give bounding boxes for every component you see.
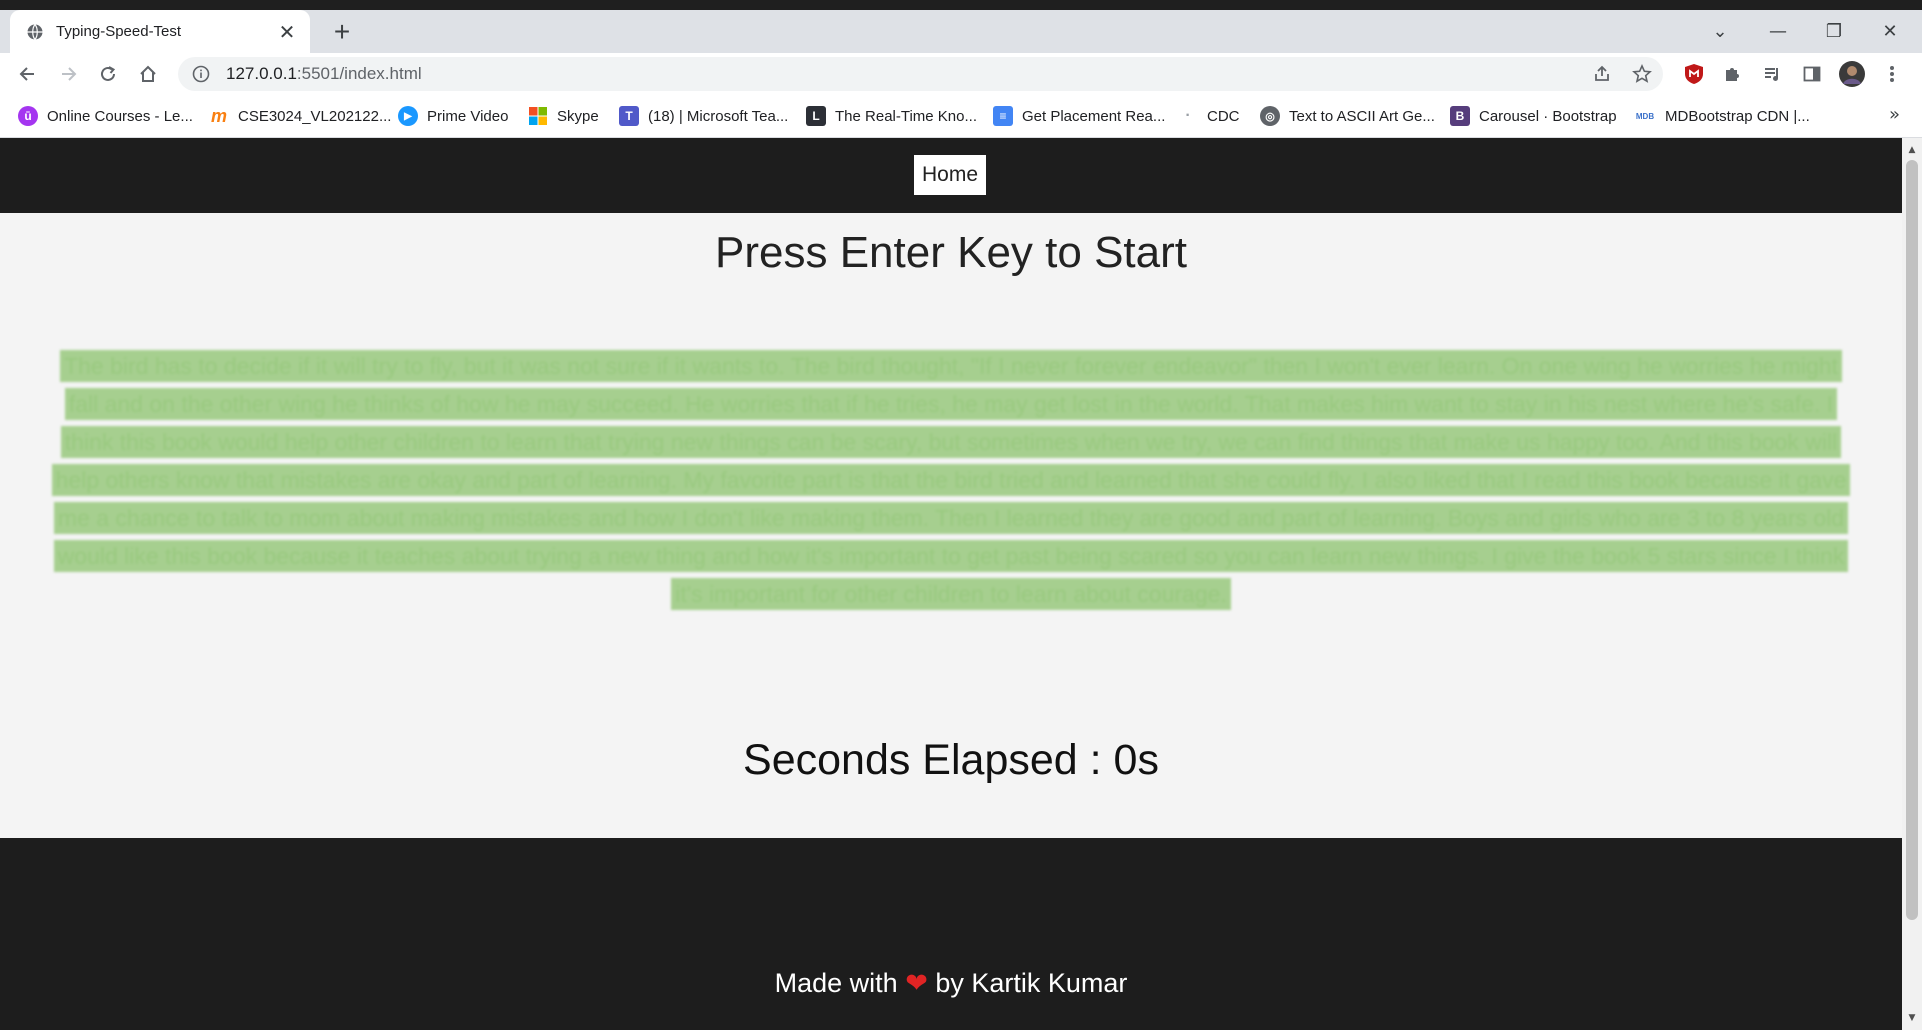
tab-search-icon[interactable]: ⌄	[1692, 10, 1748, 53]
lt-icon: L	[806, 106, 826, 126]
bookmark-star-icon[interactable]	[1628, 60, 1656, 88]
cdc-icon: ·	[1178, 106, 1198, 126]
bookmarks-bar: ū Online Courses - Le... m CSE3024_VL202…	[0, 95, 1922, 138]
passage-text: The bird has to decide if it will try to…	[51, 350, 1851, 610]
extensions-puzzle-icon[interactable]	[1718, 60, 1746, 88]
address-bar[interactable]: 127.0.0.1:5501/index.html	[178, 57, 1663, 91]
back-arrow-icon[interactable]	[12, 58, 44, 90]
tab-typing-speed-test[interactable]: Typing-Speed-Test ✕	[10, 10, 310, 53]
seconds-elapsed: Seconds Elapsed : 0s	[0, 736, 1902, 785]
scrollbar-thumb[interactable]	[1906, 160, 1918, 920]
bookmark-skype[interactable]: Skype	[528, 103, 599, 129]
minimize-icon[interactable]: —	[1750, 10, 1806, 53]
bootstrap-icon: B	[1450, 106, 1470, 126]
bookmark-udemy[interactable]: ū Online Courses - Le...	[18, 103, 193, 129]
window-close-icon[interactable]: ✕	[1862, 10, 1918, 53]
site-navbar: Home	[0, 138, 1902, 213]
new-tab-button[interactable]: +	[326, 16, 358, 48]
google-docs-icon: ≡	[993, 106, 1013, 126]
share-icon[interactable]	[1588, 60, 1616, 88]
bookmark-bootstrap-carousel[interactable]: B Carousel · Bootstrap	[1450, 103, 1617, 129]
tab-strip: Typing-Speed-Test ✕ + ⌄ — ❐ ✕	[0, 10, 1922, 53]
restore-icon[interactable]: ❐	[1806, 10, 1862, 53]
bookmark-cdc[interactable]: · CDC	[1178, 103, 1240, 129]
microsoft-icon	[528, 106, 548, 126]
home-nav-button[interactable]: Home	[914, 155, 986, 195]
heart-icon: ❤	[905, 968, 928, 998]
typing-passage: The bird has to decide if it will try to…	[47, 347, 1855, 613]
mcafee-extension-icon[interactable]	[1680, 60, 1708, 88]
close-tab-icon[interactable]: ✕	[274, 19, 300, 45]
browser-toolbar: 127.0.0.1:5501/index.html	[0, 53, 1922, 95]
home-icon[interactable]	[132, 58, 164, 90]
teams-icon: T	[619, 106, 639, 126]
timer-value: 0s	[1113, 736, 1159, 784]
reload-icon[interactable]	[92, 58, 124, 90]
info-icon[interactable]	[192, 65, 210, 83]
moodle-icon: m	[209, 105, 229, 126]
udemy-icon: ū	[18, 106, 38, 126]
timer-label: Seconds Elapsed :	[743, 736, 1114, 784]
chrome-menu-icon[interactable]	[1878, 60, 1906, 88]
scroll-down-arrow-icon[interactable]: ▼	[1902, 1008, 1922, 1028]
bookmark-cse3024[interactable]: m CSE3024_VL202122...	[209, 103, 391, 129]
page-viewport: Home Press Enter Key to Start The bird h…	[0, 138, 1902, 1030]
bookmark-real-time-knowledge[interactable]: L The Real-Time Kno...	[806, 103, 977, 129]
profile-avatar[interactable]	[1838, 60, 1866, 88]
footer-credit: Made with ❤ by Kartik Kumar	[774, 968, 1128, 998]
globe-icon: ◎	[1260, 106, 1280, 126]
mdb-icon: MDB	[1634, 106, 1656, 126]
globe-icon	[27, 23, 43, 40]
site-footer: Made with ❤ by Kartik Kumar	[0, 838, 1902, 1030]
more-bookmarks-icon[interactable]: »	[1889, 104, 1900, 125]
page-heading: Press Enter Key to Start	[715, 228, 1187, 277]
window-top-edge	[0, 0, 1922, 10]
bookmark-get-placement[interactable]: ≡ Get Placement Rea...	[993, 103, 1165, 129]
bookmark-ascii-art[interactable]: ◎ Text to ASCII Art Ge...	[1260, 103, 1435, 129]
bookmark-mdbootstrap[interactable]: MDB MDBootstrap CDN |...	[1634, 103, 1810, 129]
media-controls-icon[interactable]	[1758, 60, 1786, 88]
url-text: 127.0.0.1:5501/index.html	[226, 64, 422, 83]
side-panel-icon[interactable]	[1798, 60, 1826, 88]
forward-arrow-icon[interactable]	[52, 58, 84, 90]
bookmark-microsoft-teams[interactable]: T (18) | Microsoft Tea...	[619, 103, 788, 129]
tab-title: Typing-Speed-Test	[56, 23, 182, 40]
prime-video-icon: ▶	[398, 106, 418, 126]
bookmark-prime-video[interactable]: ▶ Prime Video	[398, 103, 508, 129]
vertical-scrollbar[interactable]: ▲ ▼	[1902, 138, 1922, 1030]
scroll-up-arrow-icon[interactable]: ▲	[1902, 140, 1922, 160]
